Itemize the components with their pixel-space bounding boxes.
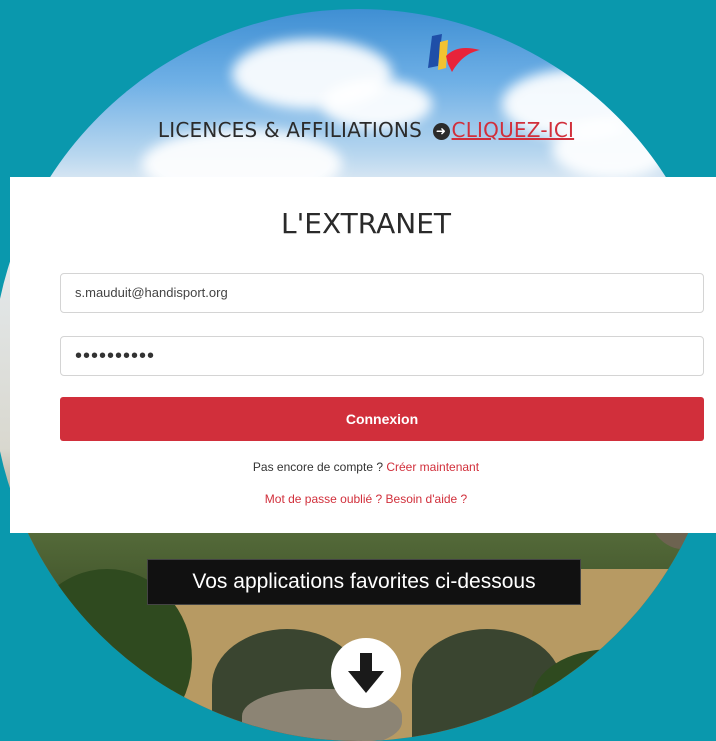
login-panel: L'EXTRANET s.mauduit@handisport.org ••••… bbox=[10, 177, 716, 533]
page-title: L'EXTRANET bbox=[281, 207, 451, 240]
connexion-button[interactable]: Connexion bbox=[60, 397, 704, 441]
arrow-down-icon bbox=[348, 653, 384, 693]
password-field[interactable]: •••••••••• bbox=[60, 336, 704, 376]
handisport-logo-icon bbox=[428, 34, 480, 72]
licences-text: LICENCES & AFFILIATIONS bbox=[157, 118, 422, 142]
favorites-caption: Vos applications favorites ci-dessous bbox=[147, 559, 581, 605]
signup-prompt: Pas encore de compte ? Créer maintenant bbox=[10, 460, 716, 474]
forgot-password-link[interactable]: Mot de passe oublié ? Besoin d'aide ? bbox=[10, 492, 716, 506]
no-account-text: Pas encore de compte ? bbox=[252, 460, 383, 474]
licences-banner: LICENCES & AFFILIATIONS ➜ CLIQUEZ-ICI bbox=[0, 118, 716, 142]
scroll-down-button[interactable] bbox=[331, 638, 401, 708]
cliquez-ici-link[interactable]: CLIQUEZ-ICI bbox=[452, 118, 575, 142]
arrow-circle-right-icon: ➜ bbox=[432, 123, 450, 140]
email-field[interactable]: s.mauduit@handisport.org bbox=[60, 273, 704, 313]
create-account-link[interactable]: Créer maintenant bbox=[386, 460, 479, 474]
